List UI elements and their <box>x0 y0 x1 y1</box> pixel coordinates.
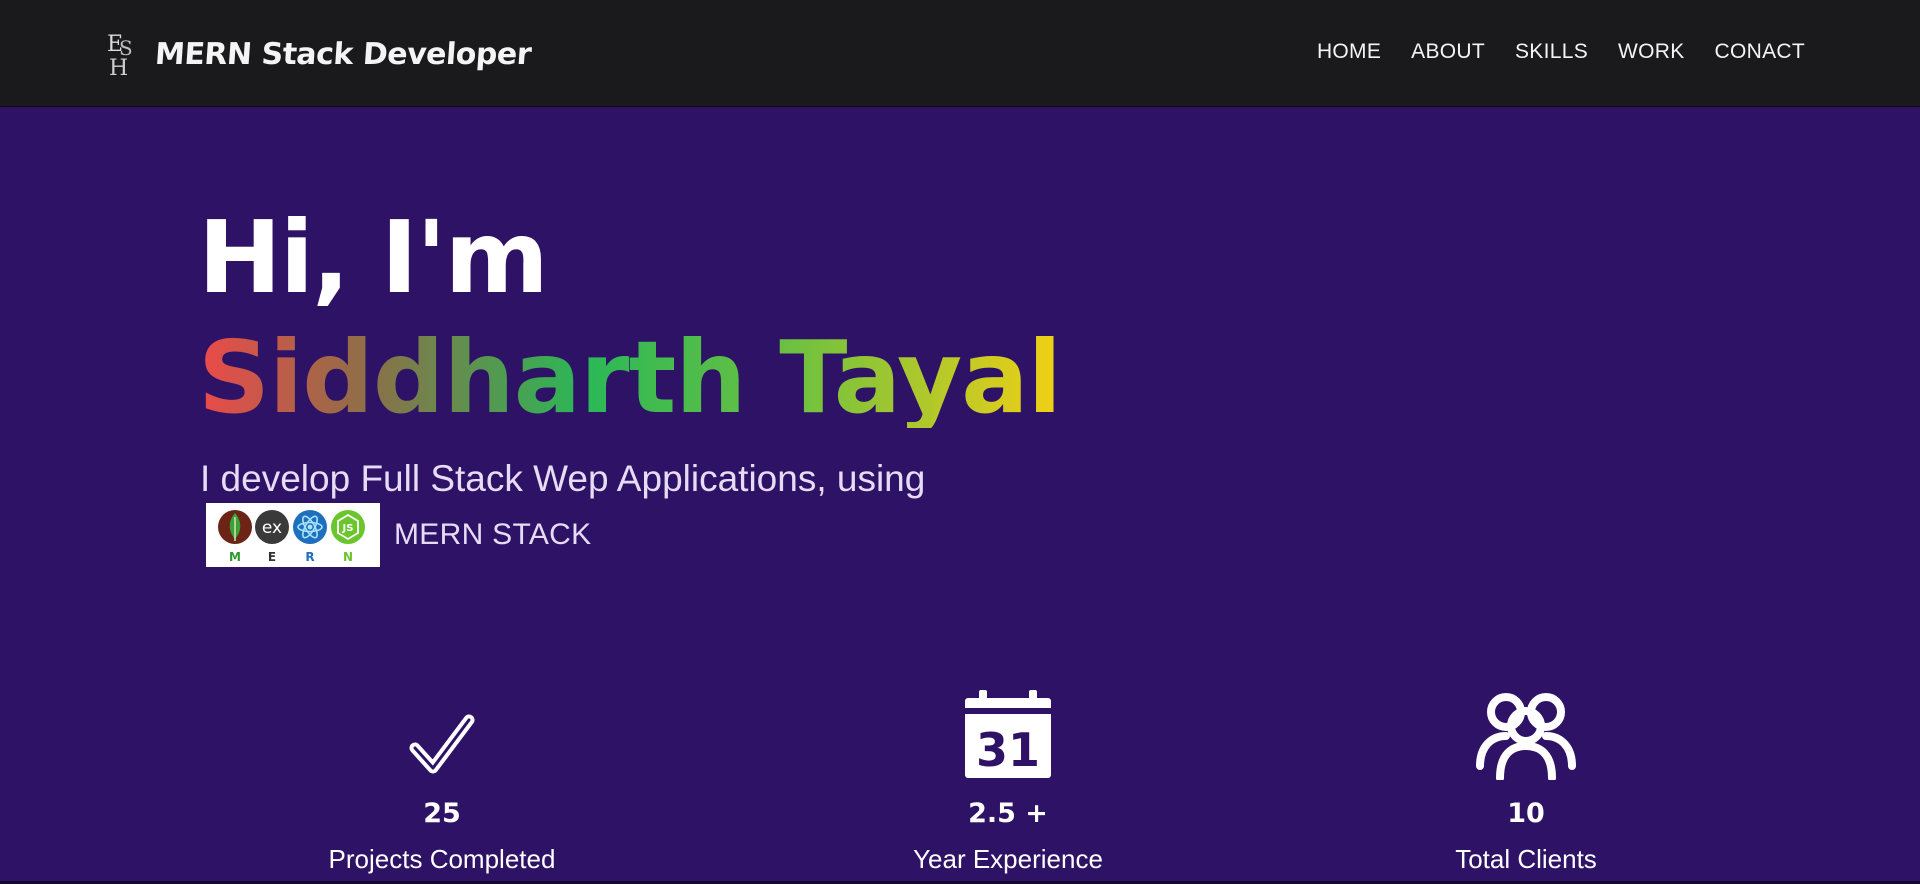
stat-value: 10 <box>1507 798 1545 829</box>
stat-label: Projects Completed <box>328 844 556 874</box>
stat-value: 25 <box>423 798 461 829</box>
calendar-day: 31 <box>976 723 1040 777</box>
stat-experience: 31 2.5 + Year Experience <box>828 688 1188 875</box>
stack-row: ex JS M E R N MERN STACK <box>206 503 591 567</box>
svg-text:N: N <box>343 550 353 564</box>
mern-logo-image: ex JS M E R N <box>206 503 380 567</box>
stat-projects: 25 Projects Completed <box>262 688 622 875</box>
nav-about[interactable]: ABOUT <box>1411 40 1485 64</box>
brand-logo-icon: E S H <box>105 31 141 77</box>
hero-section: Hi, I'm Siddharth Tayal I develop Full S… <box>0 108 1920 884</box>
svg-text:E: E <box>268 550 276 564</box>
stat-label: Year Experience <box>913 844 1103 874</box>
hero-tagline: I develop Full Stack Wep Applications, u… <box>200 458 926 499</box>
svg-text:R: R <box>305 550 314 564</box>
top-navbar: E S H MERN Stack Developer HOME ABOUT SK… <box>0 0 1920 107</box>
svg-text:ex: ex <box>262 518 282 538</box>
svg-text:JS: JS <box>342 523 354 534</box>
nav-skills[interactable]: SKILLS <box>1515 40 1588 64</box>
nav-contact[interactable]: CONACT <box>1715 40 1805 64</box>
hero-name: Siddharth Tayal <box>198 319 1062 436</box>
checkmark-icon <box>262 688 622 780</box>
main-nav: HOME ABOUT SKILLS WORK CONACT <box>1287 40 1805 64</box>
svg-text:H: H <box>109 56 128 77</box>
nav-home[interactable]: HOME <box>1317 40 1381 64</box>
nav-work[interactable]: WORK <box>1618 40 1685 64</box>
brand[interactable]: E S H MERN Stack Developer <box>105 30 533 78</box>
users-icon <box>1346 688 1706 780</box>
stat-clients: 10 Total Clients <box>1346 688 1706 875</box>
stat-value: 2.5 + <box>968 798 1048 829</box>
calendar-icon: 31 <box>828 688 1188 780</box>
stat-label: Total Clients <box>1455 844 1597 874</box>
stack-label: MERN STACK <box>394 518 592 551</box>
brand-title: MERN Stack Developer <box>153 36 533 72</box>
svg-text:M: M <box>229 550 241 564</box>
hero-greeting: Hi, I'm <box>198 199 549 316</box>
